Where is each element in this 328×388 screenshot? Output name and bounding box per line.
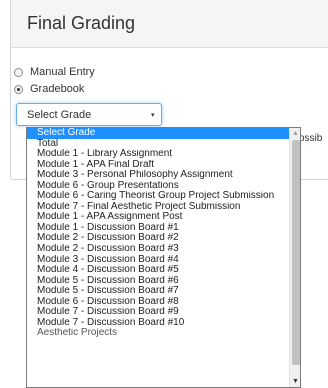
grade-select-dropdown[interactable]: Select Grade Total Module 1 - Library Assi… (26, 127, 301, 388)
grade-options-list: Select Grade Total Module 1 - Library Assi… (27, 128, 289, 339)
chevron-down-icon: ▾ (151, 112, 155, 119)
radio-manual-entry-label: Manual Entry (30, 66, 95, 78)
grade-option[interactable]: Module 1 - APA Assignment Post (27, 212, 289, 223)
grade-option[interactable]: Module 7 - Discussion Board #9 (27, 307, 289, 318)
grade-option[interactable]: Module 7 - Discussion Board #10 (27, 318, 289, 329)
radio-gradebook-label: Gradebook (30, 83, 85, 95)
radio-gradebook[interactable]: Gradebook (14, 83, 84, 95)
grade-select[interactable]: Select Grade ▾ (16, 103, 162, 126)
grade-option[interactable]: Module 1 - Discussion Board #1 (27, 223, 289, 234)
scroll-down-icon[interactable]: ▼ (292, 378, 299, 385)
panel-title: Final Grading (27, 13, 136, 33)
grade-option[interactable]: Module 1 - APA Final Draft (27, 160, 289, 171)
grade-option[interactable]: Module 4 - Discussion Board #5 (27, 265, 289, 276)
grade-option[interactable]: Module 6 - Caring Theorist Group Project… (27, 191, 289, 202)
radio-manual-entry[interactable]: Manual Entry (14, 66, 95, 78)
panel-header: Final Grading (11, 0, 328, 48)
grade-option[interactable]: Module 6 - Discussion Board #8 (27, 297, 289, 308)
grade-option[interactable]: Module 7 - Final Aesthetic Project Submi… (27, 202, 289, 213)
grade-option[interactable]: Module 2 - Discussion Board #2 (27, 233, 289, 244)
scrollbar-thumb[interactable] (292, 140, 300, 365)
radio-manual-entry-circle[interactable] (14, 67, 23, 77)
grade-option[interactable]: Module 6 - Group Presentations (27, 181, 289, 192)
grade-option[interactable]: Select Grade (27, 128, 289, 139)
dropdown-scrollbar[interactable]: ▲ ▼ (289, 128, 300, 387)
background-partial-text: ossib (299, 133, 323, 144)
grade-option[interactable]: Total (27, 139, 289, 150)
grade-option[interactable]: Module 1 - Library Assignment (27, 149, 289, 160)
grade-option[interactable]: Module 2 - Discussion Board #3 (27, 244, 289, 255)
grade-option[interactable]: Module 3 - Discussion Board #4 (27, 255, 289, 266)
grade-option[interactable]: Module 3 - Personal Philosophy Assignmen… (27, 170, 289, 181)
grade-option[interactable]: Module 5 - Discussion Board #7 (27, 286, 289, 297)
radio-gradebook-circle[interactable] (14, 84, 23, 94)
grade-select-value: Select Grade (27, 109, 92, 121)
scroll-up-icon[interactable]: ▲ (292, 130, 299, 137)
grade-option[interactable]: Module 5 - Discussion Board #6 (27, 276, 289, 287)
grade-option[interactable]: Aesthetic Projects (27, 328, 289, 339)
